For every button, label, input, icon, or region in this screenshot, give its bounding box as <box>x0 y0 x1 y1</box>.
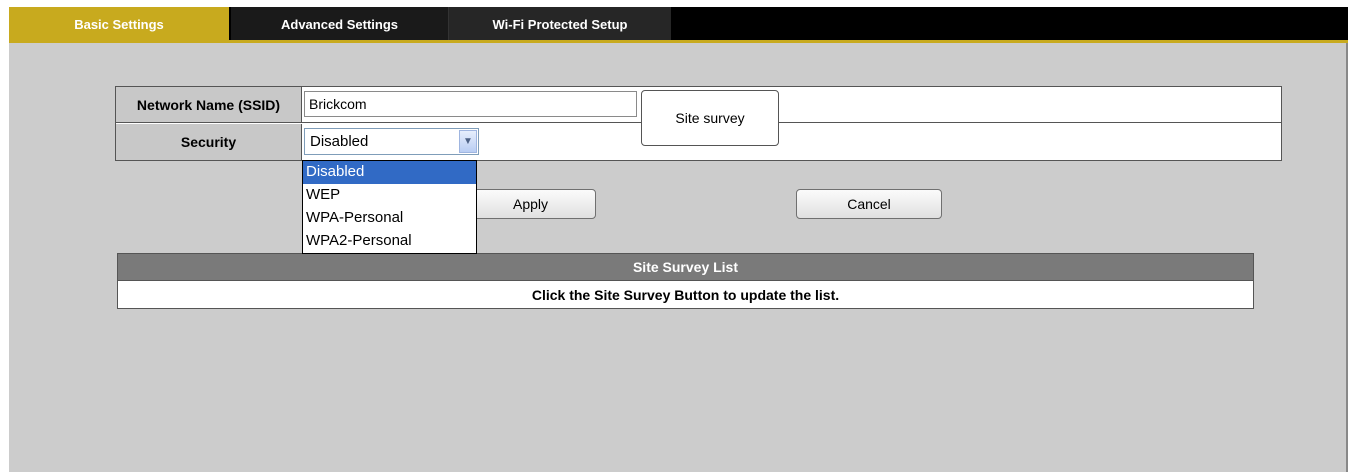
security-dropdown-list: Disabled WEP WPA-Personal WPA2-Personal <box>302 160 477 254</box>
tab-basic-settings[interactable]: Basic Settings <box>9 7 231 41</box>
ssid-row: Network Name (SSID) Site survey <box>116 87 1281 146</box>
security-option-wpa2-personal[interactable]: WPA2-Personal <box>303 230 476 253</box>
site-survey-list: Site Survey List Click the Site Survey B… <box>117 253 1254 309</box>
security-select-value: Disabled <box>310 133 369 150</box>
security-select[interactable]: Disabled ▼ <box>304 128 479 155</box>
security-option-wep[interactable]: WEP <box>303 184 476 207</box>
cancel-button[interactable]: Cancel <box>796 189 942 219</box>
tab-bar: Basic Settings Advanced Settings Wi-Fi P… <box>9 7 1348 41</box>
security-option-disabled[interactable]: Disabled <box>303 161 476 184</box>
chevron-down-icon[interactable]: ▼ <box>459 130 477 153</box>
wireless-settings-form: Network Name (SSID) Site survey Security… <box>115 86 1282 161</box>
site-survey-list-message: Click the Site Survey Button to update t… <box>531 286 840 303</box>
tab-advanced-settings[interactable]: Advanced Settings <box>231 7 449 41</box>
ssid-input[interactable] <box>304 91 637 117</box>
ssid-label: Network Name (SSID) <box>116 87 302 122</box>
apply-button[interactable]: Apply <box>465 189 596 219</box>
site-survey-list-title: Site Survey List <box>118 254 1253 281</box>
security-option-wpa-personal[interactable]: WPA-Personal <box>303 207 476 230</box>
tab-wifi-protected-setup[interactable]: Wi-Fi Protected Setup <box>449 7 671 41</box>
security-row: Security Disabled ▼ <box>116 124 1281 160</box>
security-label: Security <box>116 124 302 160</box>
